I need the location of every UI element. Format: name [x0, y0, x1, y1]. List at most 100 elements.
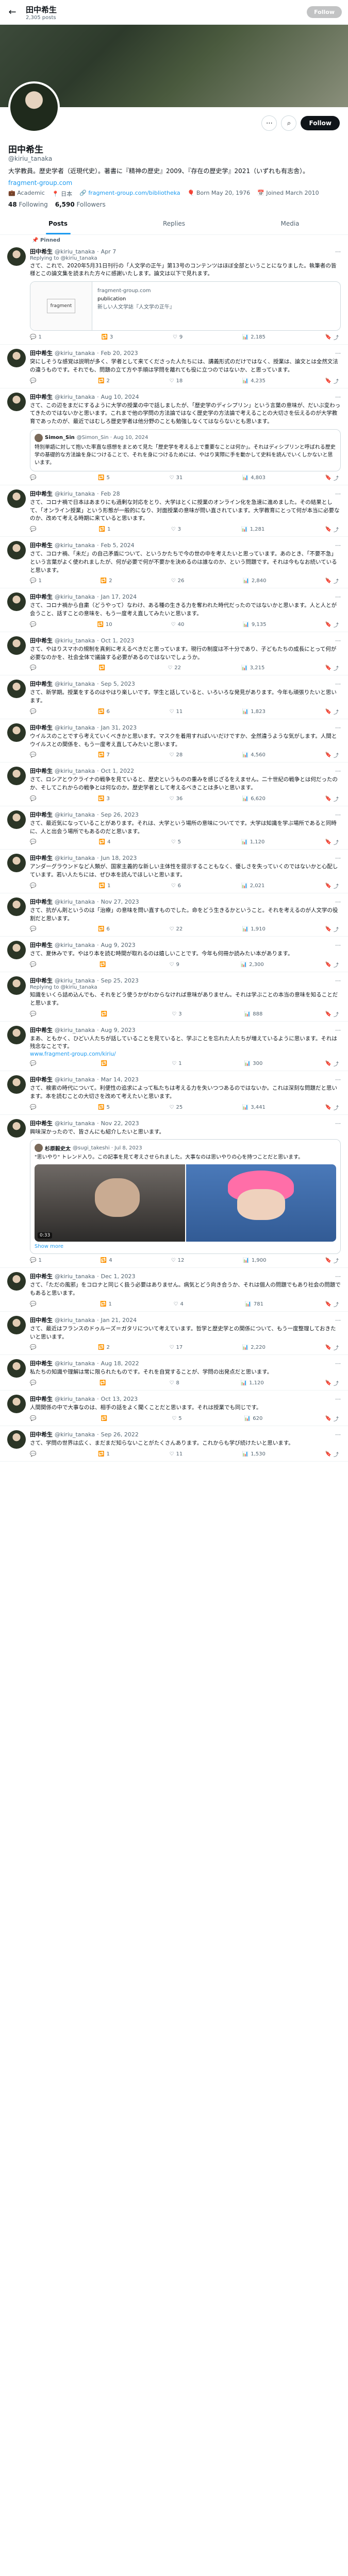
- tweet-share-button[interactable]: 🔖 ⤴: [325, 1344, 339, 1351]
- tweet-share-button[interactable]: 🔖 ⤴: [325, 882, 339, 890]
- tweet-views-button[interactable]: 📊 1,120: [241, 1379, 264, 1387]
- tweet-share-button[interactable]: 🔖 ⤴: [325, 526, 339, 533]
- topbar-follow-button[interactable]: Follow: [307, 6, 342, 18]
- tweet-author-name[interactable]: 田中希生: [30, 1316, 53, 1324]
- tweet-reply-button[interactable]: 💬: [30, 1300, 38, 1308]
- tweet-share-button[interactable]: 🔖 ⤴: [325, 795, 339, 803]
- tweet[interactable]: 田中希生 @kiriu_tanaka · Jan 31, 2023 ⋯ ウイルスのことです…: [0, 719, 348, 763]
- tweet-like-button[interactable]: ♡ 28: [170, 751, 183, 759]
- tweet-like-button[interactable]: ♡ 22: [168, 664, 181, 672]
- tweet-rt-button[interactable]: 🔁: [101, 1415, 109, 1422]
- tweet-avatar[interactable]: [7, 976, 26, 995]
- tweet-reply-button[interactable]: 💬: [30, 377, 38, 385]
- tweet-like-button[interactable]: ♡ 9: [173, 333, 183, 341]
- tweet-date[interactable]: Feb 20, 2023: [101, 350, 138, 357]
- tweet-reply-button[interactable]: 💬: [30, 882, 38, 890]
- tweet-like-button[interactable]: ♡ 3: [172, 1010, 181, 1018]
- tweet-views-button[interactable]: 📊 888: [244, 1010, 263, 1018]
- profile-link[interactable]: fragment-group.com: [8, 179, 340, 187]
- profile-avatar[interactable]: [8, 81, 60, 133]
- tweet-avatar[interactable]: [7, 247, 26, 266]
- tweet-reply-button[interactable]: 💬: [30, 474, 38, 482]
- tweet-views-button[interactable]: 📊 6,620: [242, 795, 266, 803]
- tweet-more-icon[interactable]: ⋯: [335, 1120, 341, 1127]
- tweet-date[interactable]: Sep 25, 2023: [101, 977, 139, 984]
- tweet-avatar[interactable]: [7, 1315, 26, 1334]
- tweet-reply-button[interactable]: 💬: [30, 1379, 38, 1387]
- tweet-more-icon[interactable]: ⋯: [335, 637, 341, 644]
- tweet-reply-button[interactable]: 💬: [30, 664, 38, 672]
- tweet-views-button[interactable]: 📊 1,900: [243, 1257, 266, 1264]
- tweet-rt-button[interactable]: 🔁: [100, 961, 108, 969]
- tweet-author-name[interactable]: 田中希生: [30, 247, 53, 256]
- tweet-views-button[interactable]: 📊 2,300: [241, 961, 264, 969]
- tweet-like-button[interactable]: ♡ 36: [170, 795, 183, 803]
- tweet-date[interactable]: Nov 22, 2023: [101, 1120, 139, 1127]
- tweet-share-button[interactable]: 🔖 ⤴: [325, 1379, 339, 1387]
- tweet-more-icon[interactable]: ⋯: [335, 594, 341, 600]
- tweet-views-button[interactable]: 📊 1,823: [242, 708, 266, 716]
- tweet-more-icon[interactable]: ⋯: [335, 681, 341, 687]
- tweet-avatar[interactable]: [7, 349, 26, 368]
- tweet-reply-button[interactable]: 💬 1: [30, 1257, 42, 1264]
- tweet-avatar[interactable]: [7, 392, 26, 411]
- tweet-date[interactable]: Jun 18, 2023: [101, 855, 137, 861]
- tweet-more-icon[interactable]: ⋯: [335, 1396, 341, 1402]
- tweet[interactable]: 田中希生 @kiriu_tanaka · Oct 1, 2023 ⋯ さて、やはりスマホの…: [0, 632, 348, 676]
- more-icon[interactable]: ⋯: [261, 115, 277, 131]
- tweet[interactable]: 田中希生 @kiriu_tanaka · Jan 21, 2024 ⋯ さて、最近はフラン…: [0, 1312, 348, 1355]
- tweet-more-icon[interactable]: ⋯: [335, 977, 341, 984]
- tweet-share-button[interactable]: 🔖 ⤴: [325, 333, 339, 341]
- tweet-date[interactable]: Feb 28: [101, 490, 120, 497]
- tweet[interactable]: 田中希生 @kiriu_tanaka · Feb 20, 2023 ⋯ 突にしそうな感覚は…: [0, 345, 348, 388]
- tweet-share-button[interactable]: 🔖 ⤴: [325, 1060, 339, 1067]
- tweet[interactable]: 田中希生 @kiriu_tanaka · Jan 17, 2024 ⋯ さて、コロナ禍から…: [0, 588, 348, 632]
- tweet-like-button[interactable]: ♡ 11: [170, 708, 183, 716]
- tweet-views-button[interactable]: 📊 300: [244, 1060, 263, 1067]
- tweet-more-icon[interactable]: ⋯: [335, 942, 341, 948]
- tweet[interactable]: 田中希生 @kiriu_tanaka · Oct 1, 2022 ⋯ さて、ロシアとウクラ…: [0, 762, 348, 806]
- tweet-more-icon[interactable]: ⋯: [335, 811, 341, 818]
- tweet-avatar[interactable]: [7, 541, 26, 560]
- tab-media[interactable]: Media: [232, 213, 348, 234]
- tweet-rt-button[interactable]: 🔁 5: [98, 474, 110, 482]
- tweet-share-button[interactable]: 🔖 ⤴: [325, 664, 339, 672]
- tweet-views-button[interactable]: 📊 1,281: [241, 526, 264, 533]
- tweet-like-button[interactable]: ♡ 3: [171, 526, 181, 533]
- tweet[interactable]: 田中希生 @kiriu_tanaka · Sep 26, 2023 ⋯ さて、最近気になっ…: [0, 806, 348, 850]
- tweet-share-button[interactable]: 🔖 ⤴: [325, 961, 339, 969]
- tweet-avatar[interactable]: [7, 1118, 26, 1138]
- tweet-like-button[interactable]: ♡ 8: [170, 1379, 179, 1387]
- tweet[interactable]: 田中希生 @kiriu_tanaka · Aug 18, 2022 ⋯ 私たちの知識や理解…: [0, 1355, 348, 1391]
- tweet-rt-button[interactable]: 🔁: [101, 1060, 109, 1067]
- tweet-more-icon[interactable]: ⋯: [335, 350, 341, 357]
- tweet[interactable]: 田中希生 @kiriu_tanaka · Feb 28 ⋯ さて、コロナ禍で日本はあまりに…: [0, 485, 348, 537]
- tweet-rt-button[interactable]: 🔁 2: [98, 1344, 110, 1351]
- tweet[interactable]: 田中希生 @kiriu_tanaka · Mar 14, 2023 ⋯ さて、検索の時代に…: [0, 1071, 348, 1115]
- tweet-reply-button[interactable]: 💬: [30, 1415, 38, 1422]
- tweet-rt-button[interactable]: 🔁 1: [99, 882, 111, 890]
- tweet-rt-button[interactable]: 🔁 4: [99, 838, 111, 846]
- tweet-views-button[interactable]: 📊 3,441: [242, 1104, 266, 1111]
- tweet-share-button[interactable]: 🔖 ⤴: [325, 1104, 339, 1111]
- tweet-reply-button[interactable]: 💬 1: [30, 577, 42, 585]
- tweet-like-button[interactable]: ♡ 22: [170, 925, 183, 933]
- tweet-more-icon[interactable]: ⋯: [335, 1431, 341, 1438]
- search-icon[interactable]: ⌕: [281, 115, 297, 131]
- tweet-avatar[interactable]: [7, 897, 26, 916]
- tweet-author-name[interactable]: 田中希生: [30, 976, 53, 985]
- tweet-more-icon[interactable]: ⋯: [335, 542, 341, 549]
- tweet-like-button[interactable]: ♡ 4: [173, 1300, 183, 1308]
- tweet-like-button[interactable]: ♡ 1: [172, 1060, 181, 1067]
- tab-replies[interactable]: Replies: [116, 213, 232, 234]
- tweet-author-name[interactable]: 田中希生: [30, 592, 53, 601]
- tweet-avatar[interactable]: [7, 592, 26, 612]
- tweet-reply-button[interactable]: 💬: [30, 1060, 38, 1067]
- tweet-reply-button[interactable]: 💬 1: [30, 333, 42, 341]
- tweet-share-button[interactable]: 🔖 ⤴: [325, 621, 339, 629]
- tweet-rt-button[interactable]: 🔁: [100, 1379, 108, 1387]
- tweet-author-name[interactable]: 田中希生: [30, 1430, 53, 1438]
- tweet-share-button[interactable]: 🔖 ⤴: [325, 474, 339, 482]
- tweet-more-icon[interactable]: ⋯: [335, 490, 341, 497]
- tweet-avatar[interactable]: [7, 489, 26, 508]
